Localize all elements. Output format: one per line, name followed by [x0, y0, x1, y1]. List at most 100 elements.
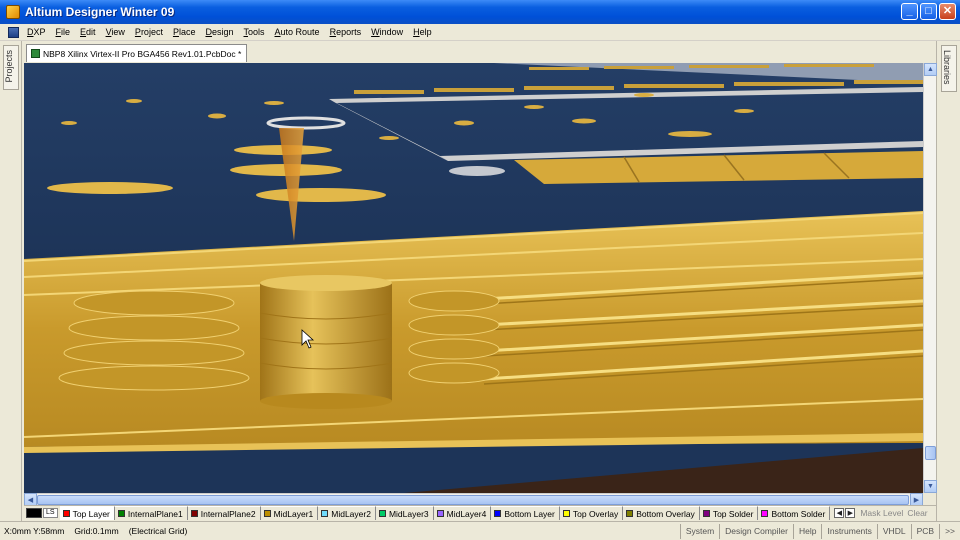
- layer-tab-midlayer1[interactable]: MidLayer1: [260, 506, 319, 520]
- cursor-coordinates: X:0mm Y:58mm: [4, 526, 65, 536]
- projects-panel-tab[interactable]: Projects: [3, 45, 19, 90]
- altium-window: Altium Designer Winter 09 _ □ ✕ DXP File…: [0, 0, 960, 540]
- layer-tab-bottom-overlay[interactable]: Bottom Overlay: [623, 506, 700, 520]
- instruments-panel-button[interactable]: Instruments: [821, 523, 876, 539]
- design-compiler-panel-button[interactable]: Design Compiler: [719, 523, 793, 539]
- projects-panel-label: Projects: [4, 50, 14, 83]
- scroll-up-arrow-icon[interactable]: ▲: [924, 63, 937, 76]
- minimize-button[interactable]: _: [901, 3, 918, 20]
- layer-tab-label: MidLayer1: [273, 508, 314, 519]
- document-tab-pcbdoc[interactable]: NBP8 Xilinx Virtex-II Pro BGA456 Rev1.01…: [26, 44, 248, 62]
- layer-tab-label: MidLayer4: [446, 508, 487, 519]
- layer-tab-midlayer2[interactable]: MidLayer2: [318, 506, 376, 520]
- altium-app-icon[interactable]: [6, 5, 20, 19]
- scroll-down-arrow-icon[interactable]: ▼: [924, 480, 937, 493]
- mask-level-button[interactable]: Mask Level: [860, 508, 903, 518]
- layer-swatch: [702, 510, 710, 517]
- layer-set-button[interactable]: LS: [43, 508, 58, 518]
- layer-tab-label: Bottom Solder: [771, 508, 826, 519]
- layer-tab-label: InternalPlane1: [127, 508, 183, 519]
- layer-swatch: [761, 510, 769, 517]
- clear-button[interactable]: Clear: [907, 508, 927, 518]
- libraries-panel-label: Libraries: [942, 50, 952, 85]
- status-info: X:0mm Y:58mm Grid:0.1mm (Electrical Grid…: [0, 526, 680, 536]
- menu-reports[interactable]: Reports: [325, 27, 367, 37]
- dxp-icon[interactable]: [8, 26, 19, 38]
- menu-window[interactable]: Window: [366, 27, 408, 37]
- layer-tab-label: InternalPlane2: [200, 508, 256, 519]
- menu-bar: DXP File Edit View Project Place Design …: [0, 24, 960, 41]
- panel-buttons: System Design Compiler Help Instruments …: [679, 523, 960, 539]
- layer-swatch: [494, 510, 502, 517]
- layer-tab-label: Top Overlay: [572, 508, 619, 519]
- layer-tab-label: Bottom Layer: [504, 508, 555, 519]
- vertical-scroll-thumb[interactable]: [925, 446, 936, 460]
- pcb-3d-view[interactable]: [24, 63, 923, 493]
- layer-tab-internalplane2[interactable]: InternalPlane2: [187, 506, 261, 520]
- pcb-3d-viewport[interactable]: [24, 63, 923, 493]
- menu-edit[interactable]: Edit: [75, 27, 101, 37]
- vertical-scrollbar[interactable]: ▲ ▼: [923, 63, 937, 493]
- layer-controls: ◀ ▶ Mask Level Clear: [834, 508, 928, 518]
- layer-tab-midlayer3[interactable]: MidLayer3: [375, 506, 434, 520]
- status-bar: X:0mm Y:58mm Grid:0.1mm (Electrical Grid…: [0, 521, 960, 540]
- layer-tab-internalplane1[interactable]: InternalPlane1: [114, 506, 188, 520]
- grid-type: (Electrical Grid): [128, 526, 188, 536]
- menu-design[interactable]: Design: [200, 27, 238, 37]
- layer-swatch: [62, 510, 70, 517]
- horizontal-scroll-thumb[interactable]: [37, 495, 909, 505]
- vhdl-panel-button[interactable]: VHDL: [876, 523, 911, 539]
- right-panel-strip: Libraries: [936, 41, 960, 521]
- maximize-button[interactable]: □: [920, 3, 937, 20]
- document-tab-label: NBP8 Xilinx Virtex-II Pro BGA456 Rev1.01…: [43, 48, 242, 59]
- horizontal-scrollbar[interactable]: ◀ ▶: [24, 493, 923, 506]
- layer-tab-label: MidLayer2: [331, 508, 371, 519]
- layer-tab-label: Bottom Overlay: [636, 508, 695, 519]
- layer-tab-label: Top Solder: [712, 508, 754, 519]
- layer-tab-label: MidLayer3: [388, 508, 429, 519]
- via-barrel: [259, 275, 393, 409]
- more-panels-button[interactable]: >>: [939, 523, 960, 539]
- menu-project[interactable]: Project: [130, 27, 168, 37]
- document-tab-bar: NBP8 Xilinx Virtex-II Pro BGA456 Rev1.01…: [22, 42, 936, 62]
- layer-swatch: [562, 510, 570, 517]
- layer-scroll-left-icon[interactable]: ◀: [834, 508, 845, 518]
- layer-tabs-bar: LS Top Layer InternalPlane1 InternalPlan…: [24, 505, 936, 520]
- layer-tab-bottom-solder[interactable]: Bottom Solder: [758, 506, 831, 520]
- layer-tab-label: Top Layer: [72, 508, 110, 519]
- menu-place[interactable]: Place: [168, 27, 201, 37]
- window-title: Altium Designer Winter 09: [25, 5, 175, 19]
- layer-tab-top-overlay[interactable]: Top Overlay: [559, 506, 624, 520]
- layer-swatch: [190, 510, 198, 517]
- layer-swatch: [626, 510, 634, 517]
- pcb-panel-button[interactable]: PCB: [910, 523, 939, 539]
- system-panel-button[interactable]: System: [679, 523, 719, 539]
- window-controls: _ □ ✕: [901, 3, 956, 20]
- layer-tab-top-layer[interactable]: Top Layer: [59, 506, 115, 520]
- menu-tools[interactable]: Tools: [239, 27, 270, 37]
- menu-file[interactable]: File: [51, 27, 76, 37]
- left-panel-strip: Projects: [0, 41, 22, 521]
- help-panel-button[interactable]: Help: [793, 523, 821, 539]
- layer-scroll-right-icon[interactable]: ▶: [845, 508, 856, 518]
- current-layer-color[interactable]: [26, 508, 42, 518]
- libraries-panel-tab[interactable]: Libraries: [941, 45, 957, 92]
- layer-swatch: [436, 510, 444, 517]
- menu-dxp[interactable]: DXP: [22, 27, 51, 37]
- silver-via-pad: [449, 166, 505, 176]
- layer-tab-top-solder[interactable]: Top Solder: [699, 506, 759, 520]
- current-layer-set[interactable]: LS: [26, 507, 58, 520]
- pcb-document-icon: [31, 49, 40, 58]
- grid-size: Grid:0.1mm: [74, 526, 119, 536]
- layer-tab-bottom-layer[interactable]: Bottom Layer: [491, 506, 560, 520]
- close-button[interactable]: ✕: [939, 3, 956, 20]
- layer-tab-midlayer4[interactable]: MidLayer4: [433, 506, 492, 520]
- menu-view[interactable]: View: [101, 27, 130, 37]
- title-bar[interactable]: Altium Designer Winter 09 _ □ ✕: [0, 0, 960, 24]
- layer-swatch: [321, 510, 329, 517]
- layer-swatch: [378, 510, 386, 517]
- menu-help[interactable]: Help: [408, 27, 437, 37]
- menu-auto-route[interactable]: Auto Route: [270, 27, 325, 37]
- layer-swatch: [263, 510, 271, 517]
- layer-swatch: [117, 510, 125, 517]
